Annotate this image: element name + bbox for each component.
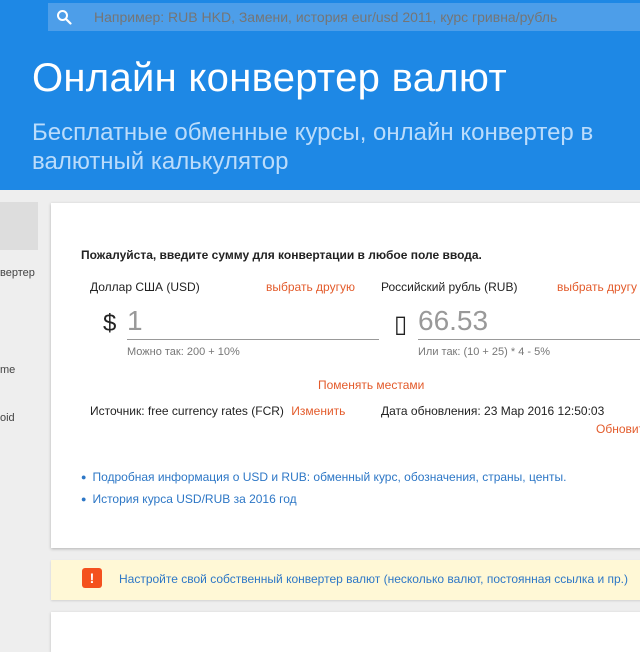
search-icon[interactable]: [56, 9, 72, 25]
to-hint: Или так: (10 + 25) * 4 - 5%: [418, 346, 550, 358]
refresh-link[interactable]: Обновит: [596, 422, 640, 436]
bullet-icon: ●: [81, 494, 87, 504]
customize-converter-link[interactable]: Настройте свой собственный конвертер вал…: [119, 572, 628, 586]
rate-source-text: Источник: free currency rates (FCR): [90, 404, 284, 418]
sidebar-item-active[interactable]: [0, 202, 38, 250]
ruble-symbol: ▯: [394, 311, 408, 338]
to-choose-currency-link[interactable]: выбрать другу: [557, 280, 637, 294]
from-amount-input[interactable]: [127, 303, 379, 340]
swap-currencies-link[interactable]: Поменять местами: [318, 378, 424, 392]
update-date: Дата обновления: 23 Мар 2016 12:50:03: [381, 404, 605, 418]
page-subtitle-line-2: валютный калькулятор: [32, 148, 289, 175]
search-input[interactable]: [94, 3, 634, 31]
info-link-history-label[interactable]: История курса USD/RUB за 2016 год: [92, 492, 296, 506]
page-title: Онлайн конвертер валют: [32, 56, 507, 100]
from-choose-currency-link[interactable]: выбрать другую: [266, 280, 355, 294]
instruction-text: Пожалуйста, введите сумму для конвертаци…: [81, 248, 482, 262]
to-currency-label: Российский рубль (RUB): [381, 280, 518, 294]
info-link-history[interactable]: ● История курса USD/RUB за 2016 год: [81, 492, 297, 506]
from-hint: Можно так: 200 + 10%: [127, 346, 240, 358]
info-link-details[interactable]: ● Подробная информация о USD и RUB: обмен…: [81, 470, 566, 484]
bullet-icon: ●: [81, 472, 87, 482]
sidebar-item-converter[interactable]: вертер: [0, 267, 35, 279]
sidebar-item-android[interactable]: oid: [0, 412, 15, 424]
customize-notice: ! Настройте свой собственный конвертер в…: [51, 560, 640, 600]
from-currency-label: Доллар США (USD): [90, 280, 200, 294]
sidebar-item-home[interactable]: me: [0, 364, 15, 376]
bottom-card: [51, 612, 640, 652]
change-source-link[interactable]: Изменить: [291, 404, 345, 418]
to-amount-input[interactable]: [418, 303, 640, 340]
page-subtitle-line-1: Бесплатные обменные курсы, онлайн конвер…: [32, 119, 594, 146]
page-subtitle: Бесплатные обменные курсы, онлайн конвер…: [32, 118, 640, 176]
sidebar: вертер me oid: [0, 190, 40, 640]
search-bar: [0, 0, 640, 34]
search-box[interactable]: [48, 3, 640, 31]
hero-banner: Онлайн конвертер валют Бесплатные обменн…: [0, 34, 640, 190]
info-link-details-label[interactable]: Подробная информация о USD и RUB: обменн…: [92, 470, 566, 484]
converter-card: Пожалуйста, введите сумму для конвертаци…: [51, 203, 640, 548]
dollar-symbol: $: [103, 310, 117, 337]
rate-source: Источник: free currency rates (FCR) Изме…: [90, 404, 345, 418]
exclamation-icon: !: [82, 568, 102, 588]
